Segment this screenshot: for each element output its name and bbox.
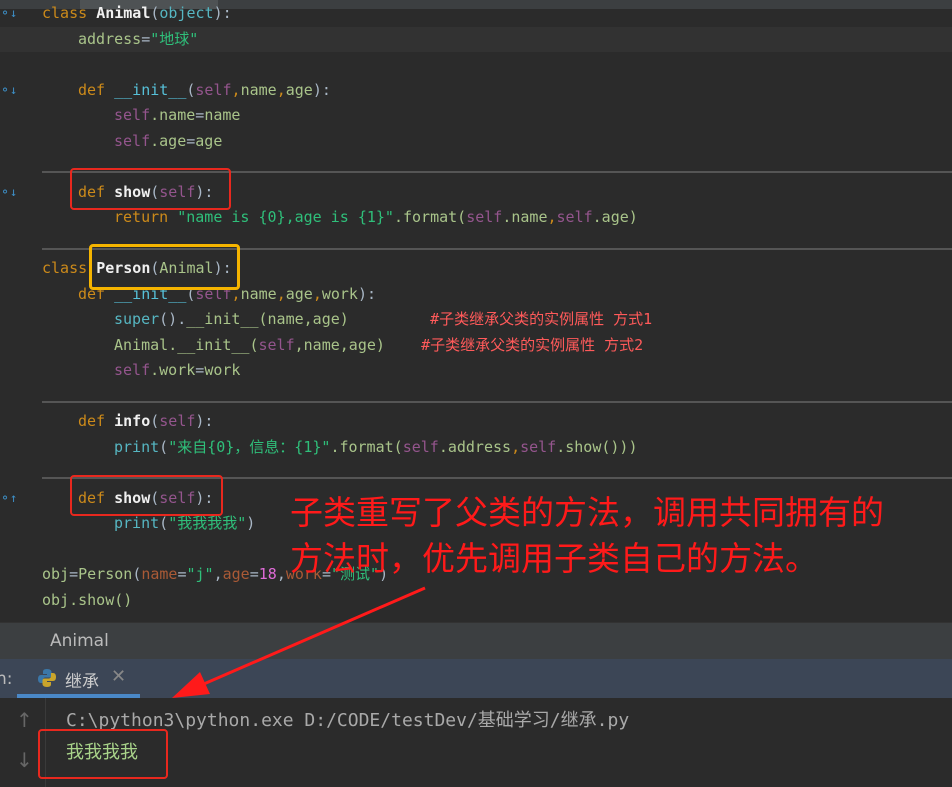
annotation-arrow	[172, 586, 426, 698]
